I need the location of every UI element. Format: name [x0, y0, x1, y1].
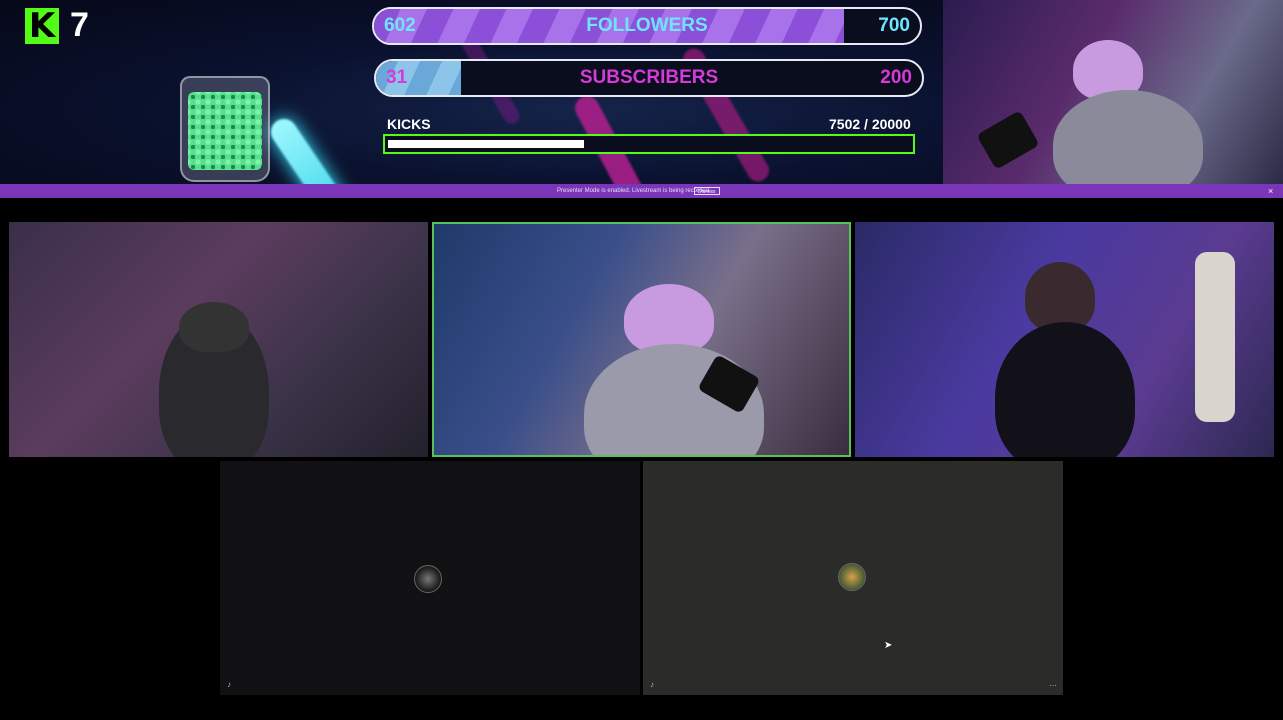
participant-video: [434, 224, 849, 455]
jar-fill: [188, 92, 262, 170]
skeleton-decoration: [1195, 252, 1235, 422]
more-options-icon[interactable]: ⋯: [1049, 681, 1057, 690]
followers-label: FOLLOWERS: [586, 15, 708, 36]
host-figure: [1053, 90, 1203, 186]
close-icon[interactable]: ×: [1268, 184, 1273, 198]
microphone: [976, 110, 1040, 170]
mic-muted-icon: ♪: [650, 680, 654, 689]
notice-text: Presenter Mode is enabled. Livestream is…: [557, 188, 711, 194]
notice-banner: Presenter Mode is enabled. Livestream is…: [0, 184, 1283, 198]
participant-tile[interactable]: [9, 222, 428, 457]
stream-overlay: K 7 602 FOLLOWERS 700 31 SUBSCRIBERS 200…: [0, 0, 943, 184]
beanie: [179, 302, 249, 352]
kick-jar: [180, 76, 270, 182]
participant-figure: [995, 322, 1135, 457]
dismiss-button[interactable]: Dismiss: [694, 187, 720, 195]
participant-video: [9, 222, 428, 457]
participant-tile-audio-only[interactable]: ♪ ⋯: [643, 461, 1063, 695]
neon-streak: [265, 113, 361, 184]
followers-goal-bar: 602 FOLLOWERS 700: [372, 7, 922, 45]
kicks-label: KICKS: [387, 116, 431, 132]
participant-tile[interactable]: [855, 222, 1274, 457]
subscribers-goal-bar: 31 SUBSCRIBERS 200: [374, 59, 924, 97]
kick-logo-icon: K: [25, 8, 59, 44]
participant-tile-active-speaker[interactable]: [432, 222, 851, 457]
kicks-progress-fill: [388, 140, 584, 148]
subscribers-goal: 200: [880, 67, 912, 88]
mouse-cursor-icon: ➤: [884, 640, 893, 651]
kicks-value: 7502 / 20000: [829, 116, 911, 132]
participant-avatar: [414, 565, 442, 593]
subscribers-label: SUBSCRIBERS: [579, 67, 719, 88]
kick-count: 7: [70, 6, 89, 44]
kicks-goal-bar: [383, 134, 915, 154]
followers-goal: 700: [878, 15, 910, 36]
host-webcam: [943, 0, 1283, 186]
participant-avatar: [838, 563, 866, 591]
mic-muted-icon: ♪: [227, 680, 231, 689]
participant-tile-audio-only[interactable]: ♪: [220, 461, 640, 695]
participant-video: [855, 222, 1274, 457]
